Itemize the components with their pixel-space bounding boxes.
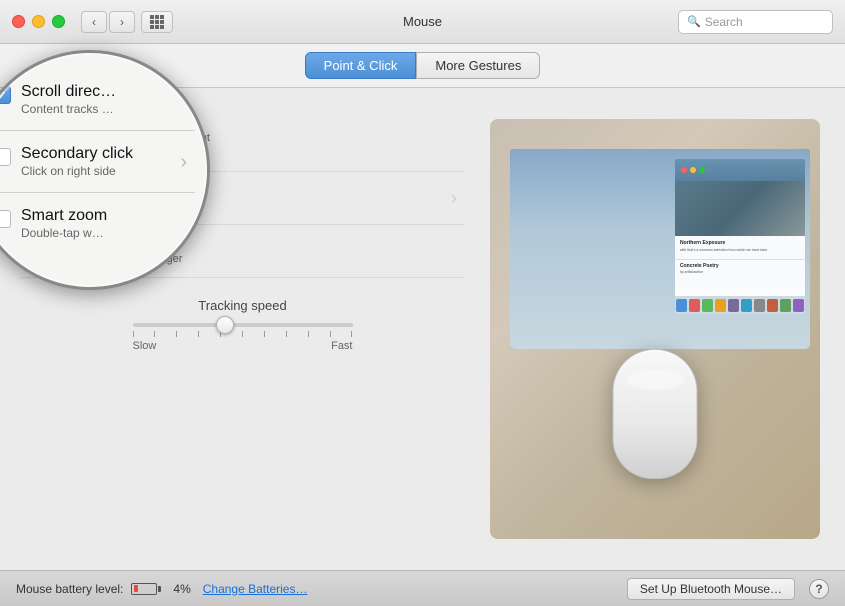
battery-percentage: 4% [173,582,190,596]
nav-forward-button[interactable]: › [109,11,135,33]
right-panel: Northern Exposure with that's a common s… [485,104,825,554]
magnifier-row-secondary: Secondary click Click on right side › [0,131,195,193]
magic-mouse [613,349,698,479]
tab-point-click[interactable]: Point & Click [305,52,417,79]
dock-icon [702,299,713,312]
window-title: Mouse [403,14,442,29]
screen-article-body: with that's a common selection from whic… [680,248,800,253]
dock-icon [767,299,778,312]
help-button[interactable]: ? [809,579,829,599]
nav-buttons: ‹ › [81,11,135,33]
dock-icon [676,299,687,312]
tracking-slider-track[interactable] [133,323,353,327]
search-box[interactable]: 🔍 Search [678,10,833,34]
screen-dot-max [699,167,705,173]
mac-screen-inner: Northern Exposure with that's a common s… [510,149,810,349]
dock-icon [780,299,791,312]
magnifier-smart-zoom-subtitle: Double-tap w… [21,226,107,240]
screen-article-image [675,181,805,236]
magnifier-scroll-title: Scroll direc… [21,83,116,101]
bottom-bar: Mouse battery level: 4% Change Batteries… [0,570,845,606]
magnifier-content: ✓ Scroll direc… Content tracks … Seconda… [0,53,207,270]
maximize-button[interactable] [52,15,65,28]
magnifier-secondary-checkbox[interactable] [0,148,11,166]
magnifier-smart-zoom-text: Smart zoom Double-tap w… [21,207,107,240]
magnifier-secondary-arrow-icon: › [180,151,187,174]
screen-article-title: Northern Exposure [680,240,800,246]
dock-icon [754,299,765,312]
battery-tip [158,586,161,592]
battery-fill [134,585,138,592]
battery-label: Mouse battery level: [16,582,123,596]
traffic-lights [12,15,65,28]
magnifier-secondary-subtitle: Click on right side [21,164,133,178]
secondary-click-arrow-icon: › [451,188,457,209]
magnifier-scroll-checkbox[interactable]: ✓ [0,86,11,104]
mac-screen-content: Northern Exposure with that's a common s… [675,159,805,314]
dock-icon [728,299,739,312]
screen-article2-body: by artist/author [680,270,800,274]
magnifier-circle: ✓ Scroll direc… Content tracks … Seconda… [0,50,210,290]
screen-article2-title: Concrete Poetry [680,263,800,269]
dock-icon [689,299,700,312]
battery-icon [131,583,161,595]
setup-bluetooth-button[interactable]: Set Up Bluetooth Mouse… [627,578,795,600]
slider-slow-label: Slow [133,340,157,352]
search-icon: 🔍 [687,15,701,28]
screen-article2: Concrete Poetry by artist/author [675,259,805,277]
battery-body [131,583,157,595]
mac-screen-mockup: Northern Exposure with that's a common s… [510,149,810,349]
magnifier-secondary-text: Secondary click Click on right side [21,145,133,178]
dock-icon [715,299,726,312]
magnifier-row-smart-zoom: Smart zoom Double-tap w… [0,193,195,254]
slider-fast-label: Fast [331,340,352,352]
slider-ticks [133,331,353,337]
nav-back-button[interactable]: ‹ [81,11,107,33]
slider-labels: Slow Fast [133,340,353,352]
dock-icon [741,299,752,312]
change-batteries-button[interactable]: Change Batteries… [203,582,308,596]
magnifier-smart-zoom-title: Smart zoom [21,207,107,225]
tracking-section: Tracking speed Slow Fast [20,290,465,360]
magnifier-scroll-text: Scroll direc… Content tracks … [21,83,116,116]
tab-more-gestures[interactable]: More Gestures [416,52,540,79]
mouse-preview: Northern Exposure with that's a common s… [490,119,820,539]
tracking-speed-label: Tracking speed [198,298,286,313]
search-placeholder: Search [705,15,743,29]
magnifier-scroll-subtitle: Content tracks … [21,102,116,116]
magnifier-secondary-title: Secondary click [21,145,133,163]
dock-icon [793,299,804,312]
screen-article-text: Northern Exposure with that's a common s… [675,236,805,257]
tracking-slider-container: Slow Fast [133,323,353,352]
magnifier-row-scroll: ✓ Scroll direc… Content tracks … [0,69,195,131]
screen-header [675,159,805,181]
magnifier-smart-zoom-checkbox[interactable] [0,210,11,228]
app-grid-button[interactable] [141,11,173,33]
screen-dot-close [681,167,687,173]
titlebar: ‹ › Mouse 🔍 Search [0,0,845,44]
close-button[interactable] [12,15,25,28]
grid-icon [150,15,164,29]
screen-dot-min [690,167,696,173]
minimize-button[interactable] [32,15,45,28]
screen-dock [675,296,805,314]
tracking-slider-thumb[interactable] [216,316,234,334]
